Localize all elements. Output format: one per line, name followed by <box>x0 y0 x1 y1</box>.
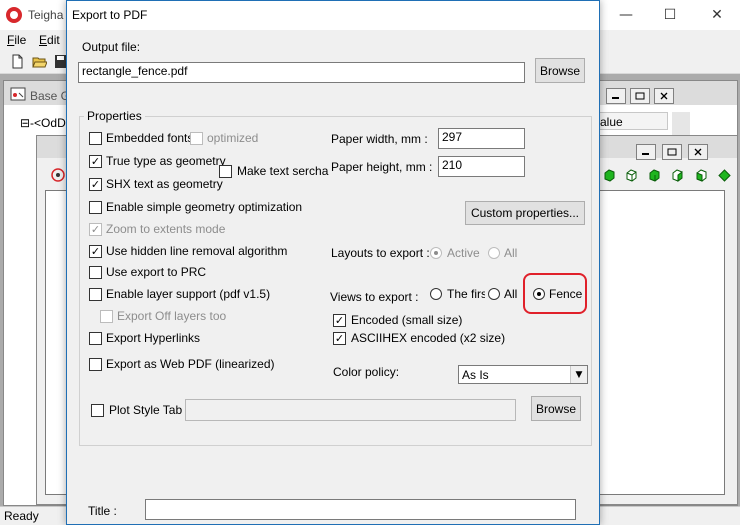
view-minimize-button[interactable] <box>636 144 656 160</box>
menu-edit-label: dit <box>47 33 60 47</box>
chevron-down-icon[interactable]: ▼ <box>570 366 587 383</box>
document-window-icon <box>10 87 26 101</box>
color-policy-value: As Is <box>462 368 489 382</box>
cube-top-view-icon[interactable] <box>603 169 616 182</box>
true-type-geometry-label: True type as geometry <box>106 154 226 168</box>
cube-left-view-icon[interactable] <box>648 169 661 182</box>
export-hyperlinks-checkbox[interactable] <box>89 332 102 345</box>
app-title: Teigha <box>28 8 64 22</box>
cube-front-view-icon[interactable] <box>695 169 708 182</box>
simple-geometry-checkbox[interactable] <box>89 201 102 214</box>
view-close-button[interactable] <box>688 144 708 160</box>
hidden-line-removal-checkbox[interactable]: ✓ <box>89 245 102 258</box>
views-fence-radio[interactable] <box>533 288 545 300</box>
web-pdf-label: Export as Web PDF (linearized) <box>106 357 275 371</box>
zoom-extents-label: Zoom to extents mode <box>106 222 226 236</box>
open-folder-icon[interactable] <box>32 54 47 69</box>
asciihex-label: ASCIIHEX encoded (x2 size) <box>351 331 506 345</box>
output-file-label: Output file: <box>82 40 141 54</box>
menu-file-label: ile <box>14 33 27 47</box>
optimized-checkbox[interactable] <box>190 132 203 145</box>
asciihex-checkbox[interactable]: ✓ <box>333 332 346 345</box>
plot-style-input[interactable] <box>185 399 516 421</box>
layer-support-label: Enable layer support (pdf v1.5) <box>106 287 271 301</box>
simple-geometry-label: Enable simple geometry optimization <box>106 200 303 214</box>
plot-style-label: Plot Style Table <box>109 403 182 417</box>
output-file-browse-button[interactable]: Browse <box>535 58 585 83</box>
cube-iso-view-icon[interactable] <box>718 169 731 182</box>
views-all-radio[interactable] <box>488 288 500 300</box>
title-label: Title : <box>88 504 117 518</box>
paper-height-input[interactable]: 210 <box>438 156 525 177</box>
export-off-layers-checkbox[interactable] <box>100 310 113 323</box>
paper-height-label: Paper height, mm : <box>331 160 433 174</box>
paper-width-input[interactable]: 297 <box>438 128 525 149</box>
dialog-title: Export to PDF <box>72 8 148 22</box>
mdi-close-button[interactable] <box>654 88 674 104</box>
close-button[interactable]: ✕ <box>694 0 740 30</box>
export-hyperlinks-label: Export Hyperlinks <box>106 331 201 345</box>
output-file-input[interactable]: rectangle_fence.pdf <box>78 62 525 83</box>
view-restore-button[interactable] <box>662 144 682 160</box>
encoded-label: Encoded (small size) <box>351 313 463 327</box>
menu-edit-mnemonic: E <box>39 33 48 47</box>
app-logo-icon <box>6 7 22 23</box>
child-window-base-title: Base G <box>30 89 71 103</box>
menu-edit[interactable]: Edit <box>39 33 60 47</box>
layouts-active-label: Active <box>447 246 480 260</box>
close-icon <box>660 92 668 100</box>
minimize-button[interactable]: — <box>603 0 649 30</box>
cube-bottom-view-icon[interactable] <box>625 169 638 182</box>
restore-icon <box>667 148 677 156</box>
color-policy-label: Color policy: <box>333 365 400 379</box>
paper-width-label: Paper width, mm : <box>331 132 428 146</box>
mdi-minimize-button[interactable] <box>606 88 626 104</box>
layer-support-checkbox[interactable] <box>89 288 102 301</box>
title-input[interactable] <box>145 499 576 520</box>
shx-text-geometry-label: SHX text as geometry <box>106 177 223 191</box>
web-pdf-checkbox[interactable] <box>89 358 102 371</box>
menu-file[interactable]: File <box>7 33 26 47</box>
properties-group-label: Properties <box>84 109 145 123</box>
minimize-icon <box>642 153 649 155</box>
value-column-label: alue <box>600 115 623 129</box>
export-prc-checkbox[interactable] <box>89 266 102 279</box>
true-type-geometry-checkbox[interactable]: ✓ <box>89 155 102 168</box>
views-all-label: All <box>504 287 518 301</box>
layouts-all-label: All <box>504 246 518 260</box>
plot-style-browse-button[interactable]: Browse <box>531 396 581 421</box>
custom-properties-button[interactable]: Custom properties... <box>465 201 585 225</box>
hidden-line-removal-label: Use hidden line removal algorithm <box>106 244 288 258</box>
views-first-label: The firs <box>447 287 485 301</box>
tree-root-node[interactable]: ⊟-<OdDg <box>20 116 72 130</box>
cube-right-view-icon[interactable] <box>671 169 684 182</box>
mdi-restore-button[interactable] <box>630 88 650 104</box>
embedded-fonts-label: Embedded fonts <box>106 131 194 145</box>
encoded-checkbox[interactable]: ✓ <box>333 314 346 327</box>
views-first-radio[interactable] <box>430 288 442 300</box>
export-off-layers-label: Export Off layers too <box>117 309 227 323</box>
status-text: Ready <box>4 509 39 523</box>
shx-text-geometry-checkbox[interactable]: ✓ <box>89 178 102 191</box>
plot-style-checkbox[interactable] <box>91 404 104 417</box>
embedded-fonts-checkbox[interactable] <box>89 132 102 145</box>
optimized-label: optimized <box>207 131 259 145</box>
orbit-icon[interactable] <box>50 167 66 183</box>
make-text-searchable-label: Make text serchable <box>237 164 329 178</box>
new-file-icon[interactable] <box>10 54 25 69</box>
layouts-active-radio[interactable] <box>430 247 442 259</box>
export-prc-label: Use export to PRC <box>106 265 207 279</box>
views-to-export-label: Views to export : <box>330 290 419 304</box>
maximize-button[interactable]: ☐ <box>647 0 693 30</box>
layouts-to-export-label: Layouts to export : <box>331 246 430 260</box>
minimize-icon <box>612 97 619 99</box>
views-fence-label: Fence <box>549 287 583 301</box>
layouts-all-radio[interactable] <box>488 247 500 259</box>
close-icon <box>694 148 702 156</box>
zoom-extents-checkbox[interactable]: ✓ <box>89 223 102 236</box>
restore-icon <box>635 92 645 100</box>
